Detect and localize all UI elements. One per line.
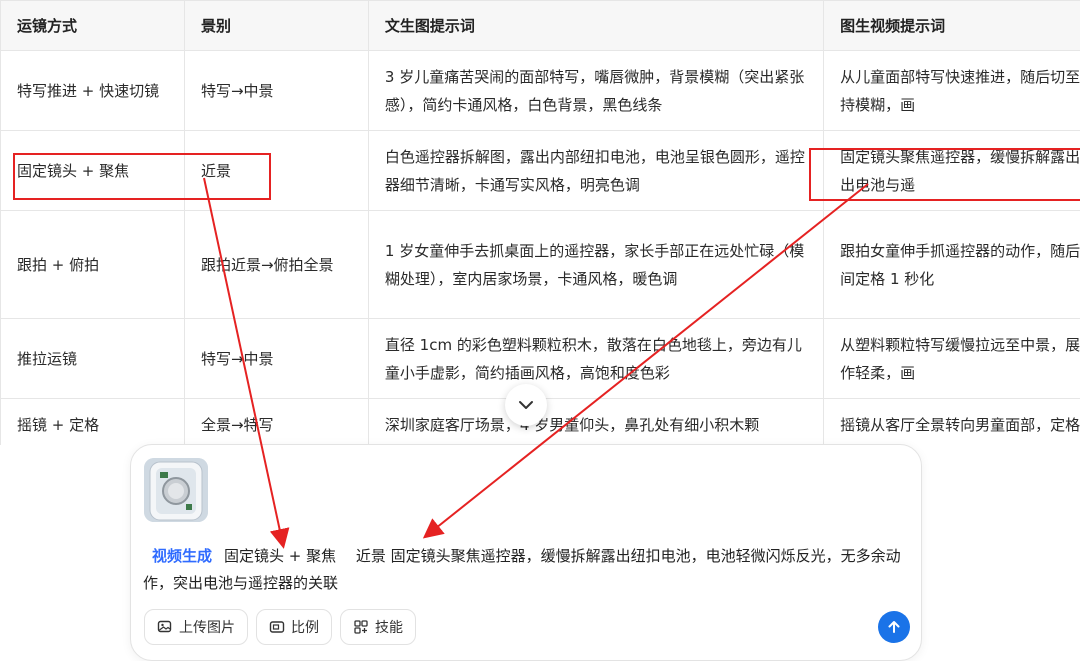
header-text-to-image: 文生图提示词 [368,1,823,51]
cell-image-to-video: 从儿童面部特写快速推进，随后切至中态，哭闹动作连贯，背景保持模糊，画 [824,51,1080,131]
cell-image-to-video: 固定镜头聚焦遥控器，缓慢拆解露出纽闪烁反光，无多余动作，突出电池与遥 [824,131,1080,211]
cell-text-to-image: 深圳家庭客厅场景，4 岁男童仰头，鼻孔处有细小积木颗 [368,399,823,446]
remote-battery-image [144,458,208,522]
table-row: 跟拍 + 俯拍 跟拍近景→俯拍全景 1 岁女童伸手去抓桌面上的遥控器，家长手部正… [1,211,1080,319]
prompt-table: 运镜方式 景别 文生图提示词 图生视频提示词 特写推进 + 快速切镜 特写→中景… [0,0,1080,445]
header-camera-movement: 运镜方式 [1,1,185,51]
cell-shot-size: 特写→中景 [184,51,368,131]
attached-image-thumbnail[interactable] [144,458,208,522]
table-row: 固定镜头 + 聚焦 近景 白色遥控器拆解图，露出内部纽扣电池，电池呈银色圆形，遥… [1,131,1080,211]
cell-text-to-image: 白色遥控器拆解图，露出内部纽扣电池，电池呈银色圆形，遥控器细节清晰，卡通写实风格… [368,131,823,211]
cell-image-to-video: 摇镜从客厅全景转向男童面部，定格在 [824,399,1080,446]
skills-button[interactable]: 技能 [340,609,416,645]
cell-camera-movement: 跟拍 + 俯拍 [1,211,185,319]
ratio-button[interactable]: 比例 [256,609,332,645]
video-generation-tag[interactable]: 视频生成 [152,547,212,565]
cell-image-to-video: 跟拍女童伸手抓遥控器的动作，随后俯境，女童指尖触碰遥控器瞬间定格 1 秒化 [824,211,1080,319]
send-button[interactable] [878,611,910,643]
cell-shot-size: 跟拍近景→俯拍全景 [184,211,368,319]
skills-icon [353,619,369,635]
cell-camera-movement: 固定镜头 + 聚焦 [1,131,185,211]
ratio-icon [269,619,285,635]
chevron-down-icon [517,396,535,414]
prompt-table-container: 运镜方式 景别 文生图提示词 图生视频提示词 特写推进 + 快速切镜 特写→中景… [0,0,1080,445]
cell-text-to-image: 1 岁女童伸手去抓桌面上的遥控器，家长手部正在远处忙碌（模糊处理），室内居家场景… [368,211,823,319]
cell-shot-size: 近景 [184,131,368,211]
upload-image-button[interactable]: 上传图片 [144,609,248,645]
scroll-down-button[interactable] [505,384,547,426]
prompt-composer: 视频生成固定镜头 + 聚焦 近景 固定镜头聚焦遥控器，缓慢拆解露出纽扣电池，电池… [130,444,922,661]
cell-text-to-image: 3 岁儿童痛苦哭闹的面部特写，嘴唇微肿，背景模糊（突出紧张感），简约卡通风格，白… [368,51,823,131]
ratio-label: 比例 [291,617,319,637]
table-header-row: 运镜方式 景别 文生图提示词 图生视频提示词 [1,1,1080,51]
upload-image-label: 上传图片 [179,617,235,637]
table-row: 特写推进 + 快速切镜 特写→中景 3 岁儿童痛苦哭闹的面部特写，嘴唇微肿，背景… [1,51,1080,131]
cell-shot-size: 全景→特写 [184,399,368,446]
cell-shot-size: 特写→中景 [184,319,368,399]
cell-camera-movement: 特写推进 + 快速切镜 [1,51,185,131]
prompt-input[interactable]: 视频生成固定镜头 + 聚焦 近景 固定镜头聚焦遥控器，缓慢拆解露出纽扣电池，电池… [143,543,903,597]
prompt-text: 固定镜头 + 聚焦 近景 固定镜头聚焦遥控器，缓慢拆解露出纽扣电池，电池轻微闪烁… [143,547,901,592]
cell-image-to-video: 从塑料颗粒特写缓慢拉远至中景，展现童小手试探性伸向颗粒，动作轻柔，画 [824,319,1080,399]
image-upload-icon [157,619,173,635]
header-shot-size: 景别 [184,1,368,51]
cell-text-to-image: 直径 1cm 的彩色塑料颗粒积木，散落在白色地毯上，旁边有儿童小手虚影，简约插画… [368,319,823,399]
send-arrow-icon [886,619,902,635]
cell-camera-movement: 推拉运镜 [1,319,185,399]
skills-label: 技能 [375,617,403,637]
table-row: 推拉运镜 特写→中景 直径 1cm 的彩色塑料颗粒积木，散落在白色地毯上，旁边有… [1,319,1080,399]
cell-camera-movement: 摇镜 + 定格 [1,399,185,446]
header-image-to-video: 图生视频提示词 [824,1,1080,51]
composer-toolbar: 上传图片 比例 技能 [144,609,416,645]
